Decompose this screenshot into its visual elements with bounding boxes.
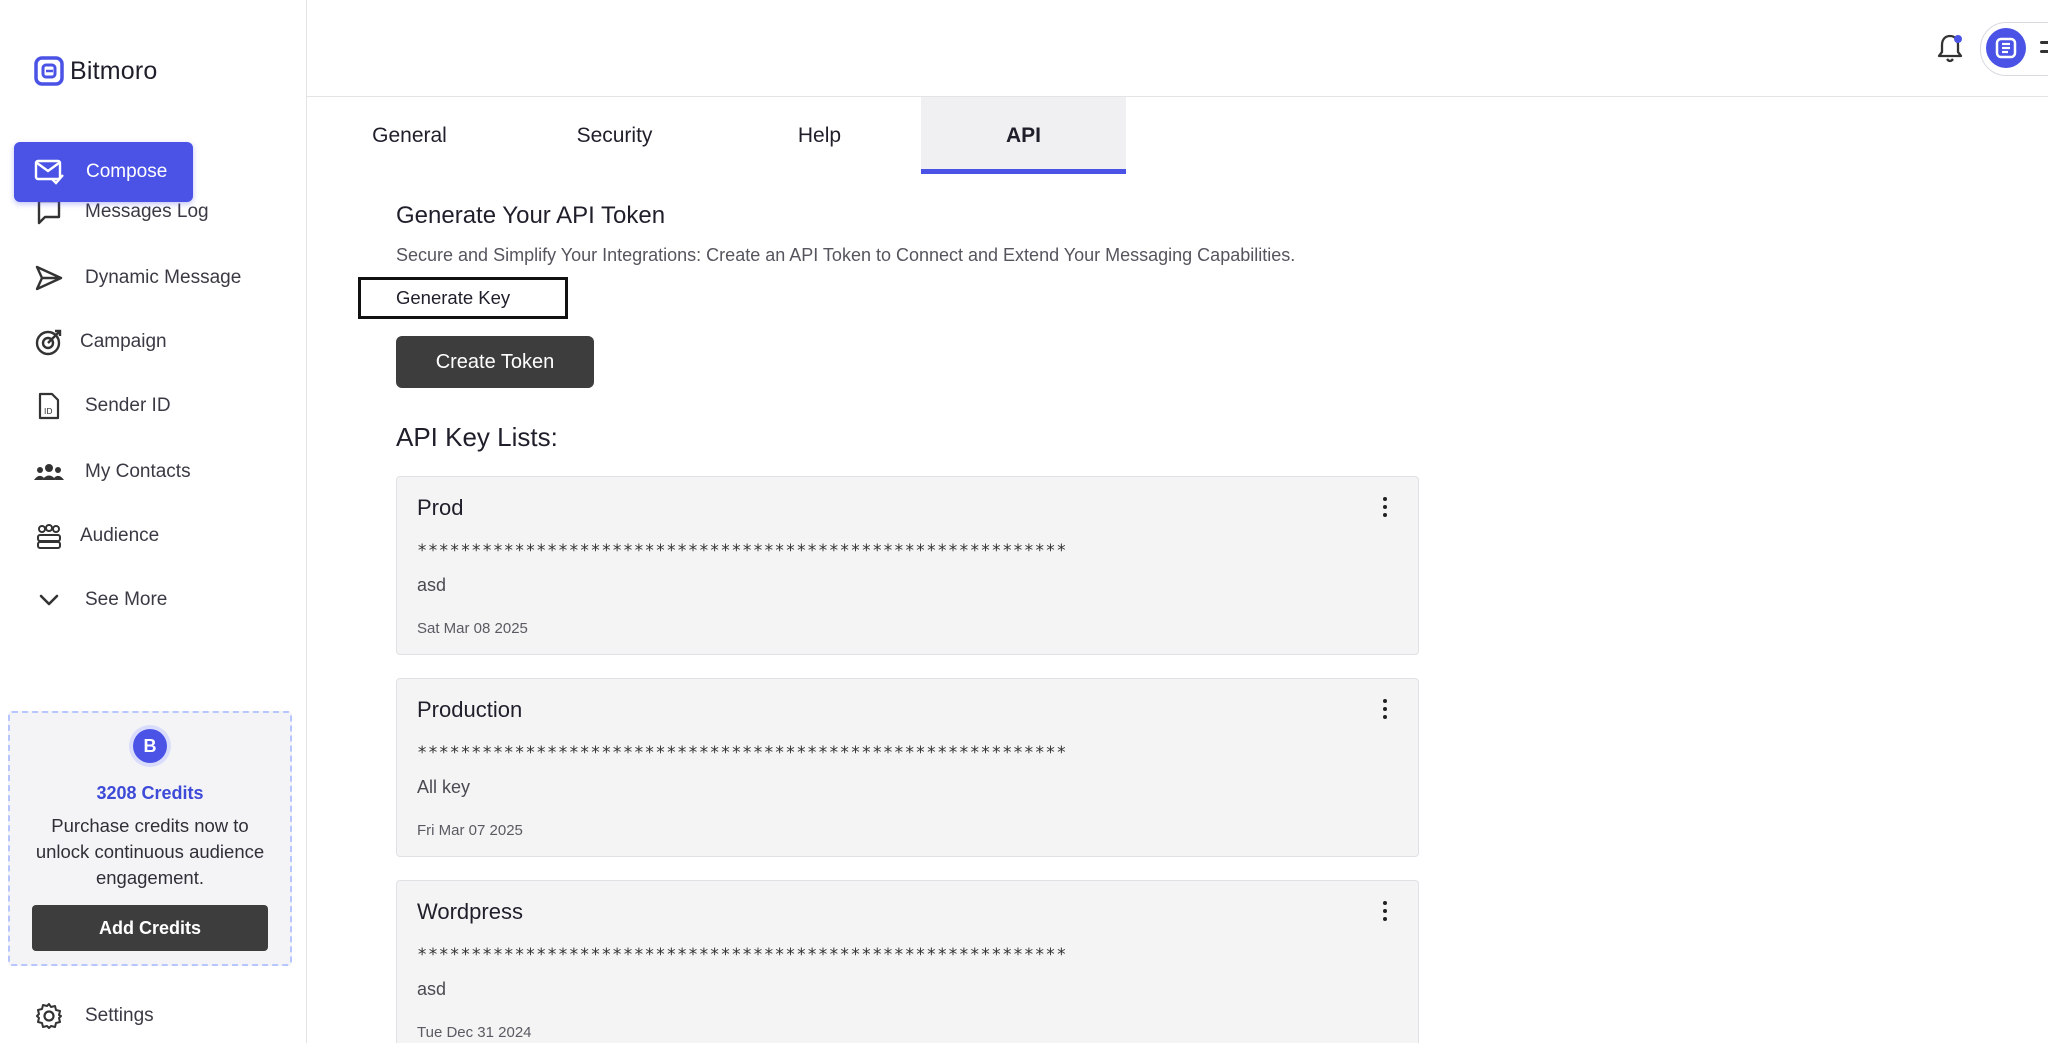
api-key-name: Production — [417, 697, 523, 722]
api-key-name: Prod — [417, 495, 464, 520]
sidebar-item-my-contacts[interactable]: My Contacts — [0, 452, 306, 492]
gear-icon — [32, 999, 66, 1033]
tab-api[interactable]: API — [921, 97, 1126, 174]
sidebar-item-label: Campaign — [80, 331, 167, 352]
account-menu[interactable] — [1980, 22, 2048, 76]
api-key-date: Fri Mar 07 2025 — [417, 822, 523, 839]
chevron-down-icon — [32, 583, 66, 617]
sidebar-item-label: Settings — [85, 1005, 154, 1026]
send-icon — [32, 261, 66, 295]
id-file-icon: ID — [32, 389, 66, 423]
tab-help[interactable]: Help — [717, 97, 922, 174]
sidebar-item-settings[interactable]: Settings — [0, 996, 306, 1036]
api-key-description: All key — [417, 777, 471, 797]
api-key-card: Prod ***********************************… — [396, 476, 1419, 655]
sidebar-item-see-more[interactable]: See More — [0, 580, 306, 620]
sidebar-item-label: Messages Log — [85, 201, 209, 222]
create-token-button[interactable]: Create Token — [396, 336, 594, 388]
sidebar-item-sender-id[interactable]: ID Sender ID — [0, 386, 306, 426]
users-icon — [32, 455, 66, 489]
api-token-title: Generate Your API Token — [396, 202, 666, 229]
api-key-description: asd — [417, 575, 447, 595]
api-key-name: Wordpress — [417, 899, 523, 924]
api-key-card: Production *****************************… — [396, 678, 1419, 857]
compose-button[interactable]: Compose — [14, 142, 193, 202]
credits-description: Purchase credits now to unlock continuou… — [35, 815, 265, 888]
api-key-masked: ****************************************… — [417, 541, 1068, 561]
brand-logo[interactable]: Bitmoro — [34, 56, 158, 86]
api-key-description: asd — [417, 979, 447, 999]
tab-general[interactable]: General — [307, 97, 512, 174]
mail-check-icon — [34, 159, 64, 185]
sidebar: Bitmoro Compose Messages Log Dynamic Mes… — [0, 0, 307, 1043]
more-vertical-icon[interactable] — [1380, 497, 1390, 523]
api-key-list-title: API Key Lists: — [396, 422, 558, 452]
more-vertical-icon[interactable] — [1380, 699, 1390, 725]
credits-amount: 3208 Credits — [96, 783, 204, 803]
top-bar — [307, 0, 2048, 97]
credits-card: B 3208 Credits Purchase credits now to u… — [8, 711, 292, 966]
menu-icon — [2040, 41, 2048, 59]
sidebar-item-label: My Contacts — [85, 461, 191, 482]
bitmoro-logo-icon — [34, 56, 64, 86]
api-key-card: Wordpress ******************************… — [396, 880, 1419, 1043]
sidebar-item-label: Sender ID — [85, 395, 171, 416]
generate-key-button[interactable]: Generate Key — [358, 277, 568, 319]
api-key-masked: ****************************************… — [417, 743, 1068, 763]
sidebar-item-label: Dynamic Message — [85, 267, 242, 288]
avatar — [1986, 28, 2026, 68]
credits-badge: B — [133, 729, 167, 763]
api-key-date: Sat Mar 08 2025 — [417, 620, 528, 637]
add-credits-button[interactable]: Add Credits — [32, 905, 268, 951]
more-vertical-icon[interactable] — [1380, 901, 1390, 927]
brand-name: Bitmoro — [70, 56, 158, 85]
target-icon — [32, 325, 66, 359]
sidebar-item-label: Audience — [80, 525, 160, 546]
svg-text:ID: ID — [44, 407, 53, 416]
sidebar-item-campaign[interactable]: Campaign — [0, 322, 306, 362]
sidebar-item-label: See More — [85, 589, 168, 610]
tab-security[interactable]: Security — [512, 97, 717, 174]
api-token-description: Secure and Simplify Your Integrations: C… — [396, 245, 1296, 265]
api-key-masked: ****************************************… — [417, 945, 1068, 965]
bitmoro-avatar-icon — [1995, 37, 2017, 59]
sidebar-item-dynamic-message[interactable]: Dynamic Message — [0, 258, 306, 298]
compose-label: Compose — [86, 161, 168, 182]
notification-bell-icon[interactable] — [1935, 32, 1965, 64]
sidebar-item-audience[interactable]: Audience — [0, 516, 306, 556]
group-icon — [32, 519, 66, 553]
api-key-date: Tue Dec 31 2024 — [417, 1024, 532, 1041]
